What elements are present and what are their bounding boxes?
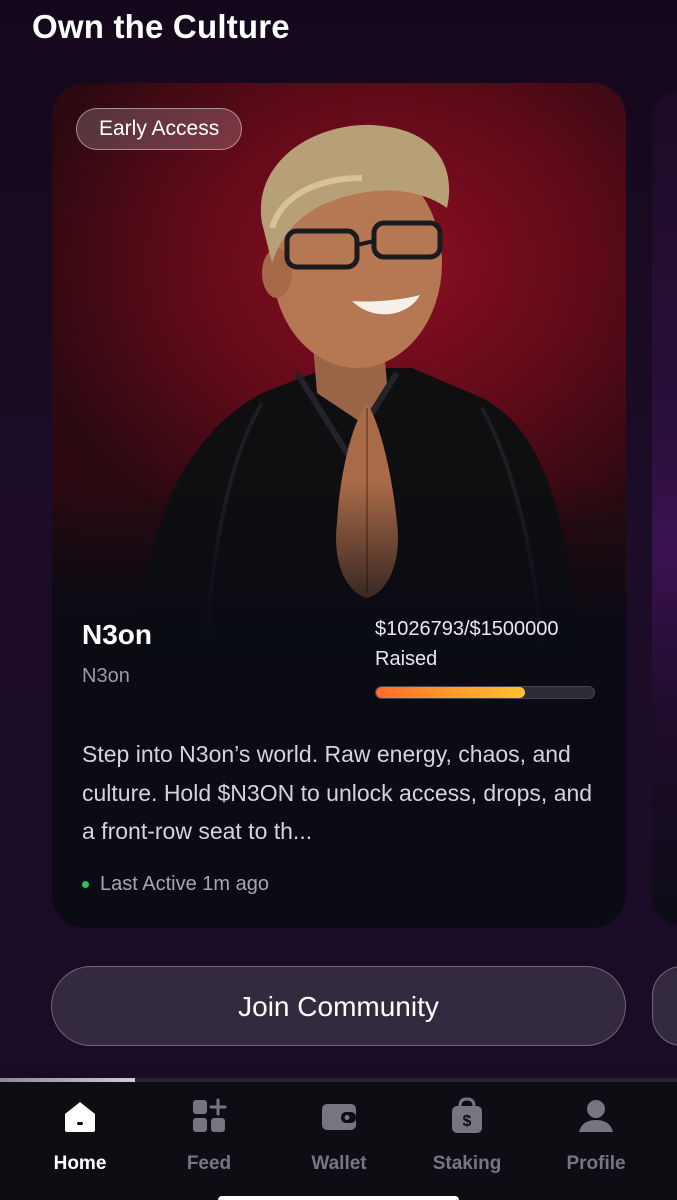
funding-progress-fill	[376, 687, 526, 698]
creator-name: N3on	[82, 619, 152, 650]
raised-amount: $1026793/$1500000	[375, 618, 559, 640]
nav-label-feed: Feed	[186, 1153, 232, 1174]
home-icon	[65, 1102, 95, 1132]
nav-label-profile: Profile	[566, 1153, 626, 1174]
raised-label: Raised	[375, 648, 438, 670]
nav-item-staking[interactable]: $ Staking	[412, 1096, 522, 1175]
last-active-status: Last Active 1m ago	[82, 873, 269, 896]
creator-description: Step into N3on’s world. Raw energy, chao…	[82, 741, 593, 844]
active-status-dot-icon	[82, 881, 89, 888]
hero-fade-overlay	[52, 483, 626, 683]
nav-item-profile[interactable]: Profile	[541, 1096, 651, 1175]
join-community-button[interactable]: Join Community	[51, 966, 626, 1046]
bottom-nav: Home Feed Wallet $ Staking Profile	[0, 1082, 677, 1200]
nav-label-wallet: Wallet	[311, 1153, 367, 1174]
next-join-button-peek[interactable]	[652, 966, 677, 1046]
feed-grid-icon	[193, 1098, 227, 1132]
last-active-text: Last Active 1m ago	[100, 873, 269, 895]
home-screen: Own the Culture Early Access N3on N3on $…	[0, 0, 677, 1200]
home-indicator[interactable]	[218, 1196, 459, 1200]
svg-text:$: $	[463, 1113, 472, 1130]
wallet-icon	[322, 1104, 356, 1130]
nav-item-home[interactable]: Home	[25, 1096, 135, 1175]
next-creator-card-peek[interactable]	[652, 90, 677, 925]
early-access-badge: Early Access	[76, 108, 243, 150]
creator-card[interactable]: Early Access N3on N3on $1026793/$1500000…	[52, 83, 626, 928]
staking-bag-icon: $	[452, 1097, 482, 1133]
nav-label-home: Home	[53, 1153, 107, 1174]
nav-item-feed[interactable]: Feed	[154, 1096, 264, 1175]
nav-label-staking: Staking	[432, 1153, 502, 1174]
profile-icon	[579, 1100, 613, 1132]
creator-handle: N3on	[82, 665, 130, 687]
funding-progress-bar	[375, 686, 595, 699]
creator-hero-image	[52, 83, 626, 683]
page-title: Own the Culture	[32, 8, 290, 45]
nav-item-wallet[interactable]: Wallet	[284, 1096, 394, 1175]
